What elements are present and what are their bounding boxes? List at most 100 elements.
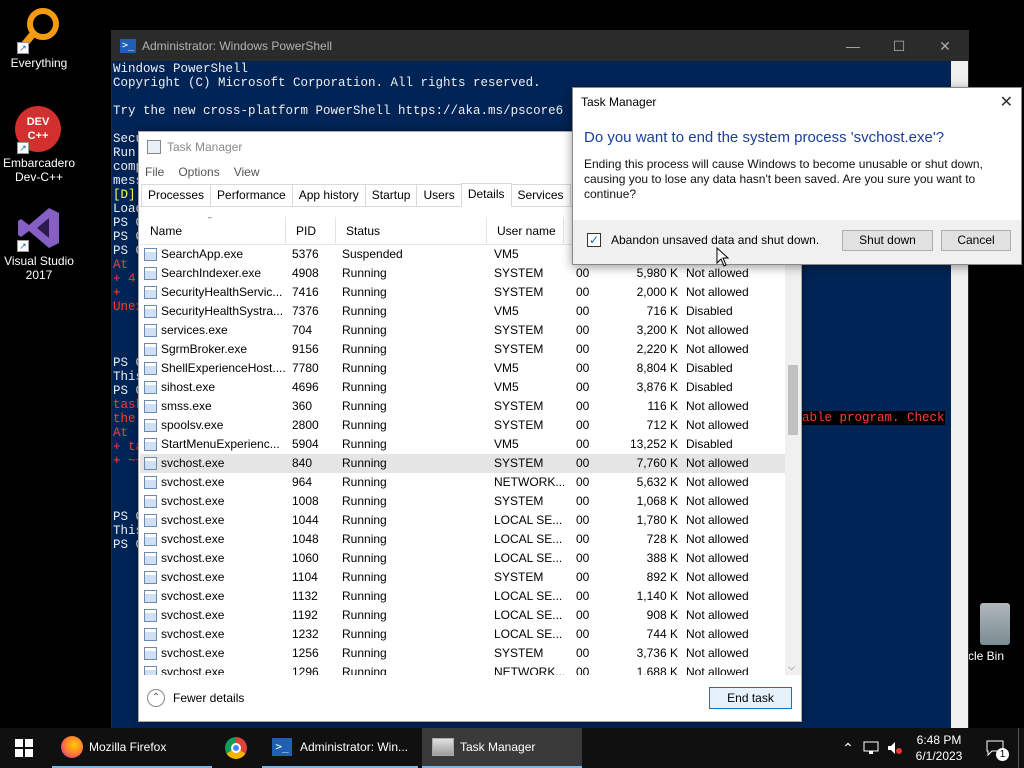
menu-options[interactable]: Options: [178, 165, 219, 179]
taskbar-item-firefox[interactable]: Mozilla Firefox: [52, 728, 212, 768]
dialog-close-icon[interactable]: ✕: [1000, 92, 1013, 112]
clock[interactable]: 6:48 PM 6/1/2023: [906, 728, 972, 768]
scrollbar-thumb[interactable]: [788, 365, 798, 435]
cell-cpu: 00: [576, 608, 590, 622]
tab-details[interactable]: Details: [460, 183, 512, 207]
column-header-status[interactable]: Status: [336, 217, 487, 244]
cell-user: LOCAL SE...: [494, 513, 563, 527]
end-process-dialog[interactable]: Task Manager ✕ Do you want to end the sy…: [572, 87, 1022, 265]
cell-user: LOCAL SE...: [494, 608, 563, 622]
cell-user: VM5: [494, 247, 519, 261]
process-name: svchost.exe: [161, 532, 225, 546]
table-row[interactable]: services.exe 704 Running SYSTEM 00 3,200 K Not…: [140, 321, 788, 340]
desktop-icon-everything[interactable]: ↗ Everything: [0, 6, 79, 70]
cell-uac: Not allowed: [686, 494, 749, 508]
table-row[interactable]: svchost.exe 1232 Running LOCAL SE... 00 744 K…: [140, 625, 788, 644]
cell-pid: 5376: [292, 247, 319, 261]
tab-services[interactable]: Services: [510, 184, 571, 206]
cell-pid: 7376: [292, 304, 319, 318]
table-row[interactable]: svchost.exe 1132 Running LOCAL SE... 00 1,140…: [140, 587, 788, 606]
cell-cpu: 00: [576, 513, 590, 527]
table-row[interactable]: SgrmBroker.exe 9156 Running SYSTEM 00 2,220 K…: [140, 340, 788, 359]
notification-count-badge: 1: [996, 748, 1009, 761]
powershell-icon: >_: [272, 738, 292, 756]
desktop-icon-visual-studio[interactable]: ↗ Visual Studio 2017: [0, 204, 79, 282]
close-button[interactable]: ✕: [922, 31, 968, 61]
show-desktop-button[interactable]: [1018, 728, 1024, 768]
tab-processes[interactable]: Processes: [141, 184, 212, 206]
clock-date: 6/1/2023: [915, 749, 963, 763]
abandon-data-checkbox[interactable]: ✓: [587, 233, 601, 247]
table-row[interactable]: ShellExperienceHost.... 7780 Running VM5 00 8…: [140, 359, 788, 378]
table-row[interactable]: svchost.exe 964 Running NETWORK... 00 5,632 K…: [140, 473, 788, 492]
process-icon: [144, 400, 157, 413]
visual-studio-icon: ↗: [15, 204, 63, 252]
menu-file[interactable]: File: [145, 165, 164, 179]
cell-name: svchost.exe: [140, 492, 286, 511]
fewer-details-toggle[interactable]: ⌃ Fewer details: [147, 689, 244, 707]
taskbar-item-task-manager[interactable]: Task Manager: [422, 728, 582, 768]
recycle-bin-icon: [980, 603, 1010, 645]
show-hidden-icons-chevron-icon[interactable]: ⌃: [838, 728, 858, 768]
process-name: svchost.exe: [161, 494, 225, 508]
tab-startup[interactable]: Startup: [364, 184, 418, 206]
tab-users[interactable]: Users: [416, 184, 462, 206]
table-row[interactable]: spoolsv.exe 2800 Running SYSTEM 00 712 K Not a…: [140, 416, 788, 435]
volume-muted-icon[interactable]: [884, 728, 906, 768]
table-row[interactable]: svchost.exe 1060 Running LOCAL SE... 00 388 K…: [140, 549, 788, 568]
cell-user: NETWORK...: [494, 475, 564, 489]
table-row[interactable]: svchost.exe 1296 Running NETWORK... 00 1,688 …: [140, 663, 788, 675]
table-row[interactable]: sihost.exe 4696 Running VM5 00 3,876 K Disable…: [140, 378, 788, 397]
tab-performance[interactable]: Performance: [210, 184, 293, 206]
cancel-button[interactable]: Cancel: [941, 230, 1011, 251]
table-row[interactable]: svchost.exe 1104 Running SYSTEM 00 892 K Not a…: [140, 568, 788, 587]
cell-pid: 1132: [292, 589, 318, 603]
desktop-icon-label: Visual Studio 2017: [4, 254, 74, 282]
cell-user: LOCAL SE...: [494, 589, 563, 603]
action-center-icon[interactable]: 1: [980, 728, 1010, 768]
cell-name: SearchIndexer.exe: [140, 264, 286, 283]
shut-down-button[interactable]: Shut down: [842, 230, 933, 251]
process-icon: [144, 438, 157, 451]
table-scrollbar[interactable]: ⌵: [785, 245, 801, 675]
cell-uac: Not allowed: [686, 418, 749, 432]
column-header-user[interactable]: User name: [487, 217, 564, 244]
taskbar-item-powershell[interactable]: >_ Administrator: Win...: [262, 728, 418, 768]
maximize-button[interactable]: ☐: [876, 31, 922, 61]
tab-app-history[interactable]: App history: [291, 184, 366, 206]
cell-uac: Not allowed: [686, 513, 749, 527]
start-button[interactable]: [0, 728, 48, 768]
table-row[interactable]: smss.exe 360 Running SYSTEM 00 116 K Not allow…: [140, 397, 788, 416]
abandon-data-label[interactable]: Abandon unsaved data and shut down.: [611, 233, 819, 247]
cell-name: svchost.exe: [140, 587, 286, 606]
process-name: svchost.exe: [161, 646, 225, 660]
cell-mem: 728 K: [646, 532, 678, 546]
table-row[interactable]: svchost.exe 840 Running SYSTEM 00 7,760 K Not …: [140, 454, 788, 473]
table-row[interactable]: SecurityHealthSystra... 7376 Running VM5 00 7…: [140, 302, 788, 321]
process-icon: [144, 286, 157, 299]
column-header-pid[interactable]: PID: [286, 217, 336, 244]
table-row[interactable]: svchost.exe 1048 Running LOCAL SE... 00 728 K…: [140, 530, 788, 549]
table-row[interactable]: svchost.exe 1044 Running LOCAL SE... 00 1,780…: [140, 511, 788, 530]
powershell-titlebar[interactable]: >_ Administrator: Windows PowerShell — ☐…: [112, 31, 968, 61]
table-row[interactable]: SecurityHealthServic... 7416 Running SYSTEM…: [140, 283, 788, 302]
table-row[interactable]: svchost.exe 1256 Running SYSTEM 00 3,736 K Not…: [140, 644, 788, 663]
taskbar-item-chrome[interactable]: [216, 728, 256, 768]
end-task-button[interactable]: End task: [709, 687, 792, 709]
scroll-down-icon[interactable]: ⌵: [788, 662, 795, 673]
cell-cpu: 00: [576, 665, 590, 675]
cell-user: SYSTEM: [494, 323, 544, 337]
shortcut-arrow-icon: ↗: [17, 42, 29, 54]
mouse-cursor-icon: [716, 247, 730, 267]
table-row[interactable]: StartMenuExperienc... 5904 Running VM5 00 13,…: [140, 435, 788, 454]
menu-view[interactable]: View: [234, 165, 260, 179]
cell-uac: Not allowed: [686, 532, 749, 546]
table-row[interactable]: svchost.exe 1008 Running SYSTEM 00 1,068 K Not…: [140, 492, 788, 511]
table-row[interactable]: svchost.exe 1192 Running LOCAL SE... 00 908 K…: [140, 606, 788, 625]
cell-mem: 744 K: [646, 627, 678, 641]
desktop-icon-label: Everything: [10, 56, 68, 70]
network-icon[interactable]: [860, 728, 882, 768]
minimize-button[interactable]: —: [830, 31, 876, 61]
desktop-icon-devcpp[interactable]: DEV C++ ↗ Embarcadero Dev-C++: [0, 106, 79, 184]
table-row[interactable]: SearchIndexer.exe 4908 Running SYSTEM 00 5,98…: [140, 264, 788, 283]
